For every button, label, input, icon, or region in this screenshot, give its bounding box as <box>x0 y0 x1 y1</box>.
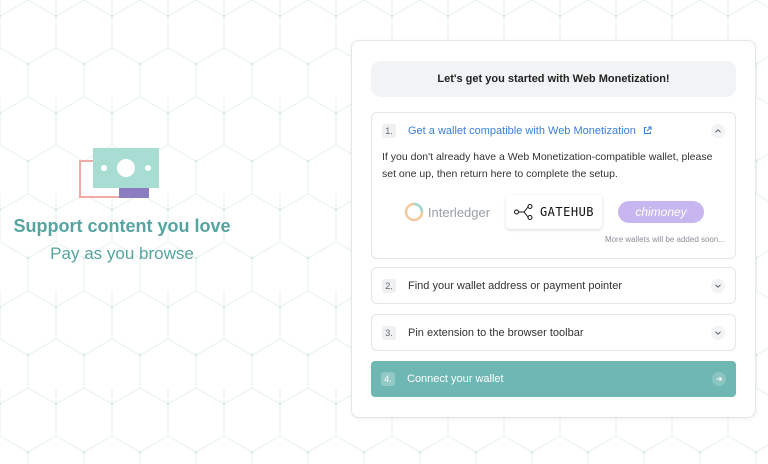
step-pin-extension[interactable]: 3. Pin extension to the browser toolbar <box>371 314 736 351</box>
step-find-wallet-address[interactable]: 2. Find your wallet address or payment p… <box>371 267 736 304</box>
wallet-gatehub[interactable]: GATEHUB <box>506 195 602 229</box>
hero-title: Support content you love <box>13 216 231 236</box>
gatehub-logo-icon <box>513 204 533 220</box>
hero-subtitle: Pay as you browse <box>50 244 194 263</box>
external-link-icon <box>643 126 652 134</box>
chevron-up-icon[interactable] <box>711 124 725 138</box>
setup-card: Let's get you started with Web Monetizat… <box>351 40 756 418</box>
step-get-wallet-body: If you don't already have a Web Monetiza… <box>372 149 735 244</box>
wallet-label: GATEHUB <box>539 205 595 219</box>
chevron-down-icon[interactable] <box>711 326 725 340</box>
interledger-logo-icon <box>404 202 424 222</box>
step-number: 3. <box>382 326 396 340</box>
wallet-label: chimoney <box>635 205 687 219</box>
card-header: Let's get you started with Web Monetizat… <box>371 61 736 97</box>
step-title: Connect your wallet <box>407 373 504 385</box>
wallet-label: Interledger <box>427 204 491 220</box>
wallet-interledger[interactable]: Interledger <box>402 195 492 229</box>
connect-wallet-button[interactable]: 4. Connect your wallet <box>371 361 736 397</box>
get-wallet-link[interactable]: Get a wallet compatible with Web Monetiz… <box>408 125 711 137</box>
wallet-list: Interledger GATEHUB chimoney <box>382 195 725 229</box>
wallet-chimoney[interactable]: chimoney <box>618 201 704 223</box>
step-number: 2. <box>382 279 396 293</box>
step-number: 4. <box>381 372 395 386</box>
step-title: Find your wallet address or payment poin… <box>408 280 622 292</box>
step-title: Pin extension to the browser toolbar <box>408 327 584 339</box>
step-get-wallet: 1. Get a wallet compatible with Web Mone… <box>371 112 736 259</box>
step-description: If you don't already have a Web Monetiza… <box>382 151 713 180</box>
arrow-right-icon <box>712 372 726 386</box>
step-title: Get a wallet compatible with Web Monetiz… <box>408 125 636 137</box>
step-get-wallet-header[interactable]: 1. Get a wallet compatible with Web Mone… <box>372 113 735 149</box>
step-number: 1. <box>382 124 396 138</box>
money-bill-icon <box>79 148 159 198</box>
more-wallets-note: More wallets will be added soon... <box>604 235 725 244</box>
chevron-down-icon[interactable] <box>711 279 725 293</box>
